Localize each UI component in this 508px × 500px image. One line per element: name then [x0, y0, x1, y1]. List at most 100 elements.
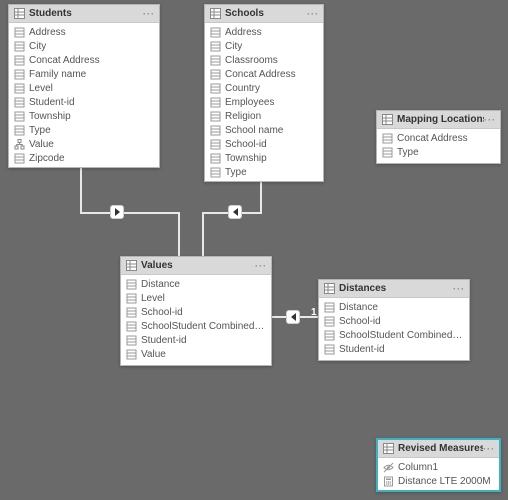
field-row[interactable]: Concat Address	[205, 67, 323, 81]
table-header-mapping[interactable]: Mapping Locations···	[377, 111, 500, 129]
column-icon	[13, 54, 25, 66]
table-title: Distances	[339, 283, 453, 294]
table-card-values[interactable]: Values··· DistanceLevel School-id SchoolStu…	[120, 256, 272, 366]
field-label: SchoolStudent Combined ID	[339, 330, 465, 341]
field-row[interactable]: Concat Address	[377, 131, 500, 145]
field-row[interactable]: Country	[205, 81, 323, 95]
field-row[interactable]: City	[9, 39, 159, 53]
field-label: Column1	[398, 462, 438, 473]
field-label: Concat Address	[29, 55, 100, 66]
column-icon	[125, 320, 137, 332]
field-row[interactable]: Distance LTE 2000M	[378, 474, 499, 488]
field-row[interactable]: Township	[9, 109, 159, 123]
field-label: Level	[29, 83, 53, 94]
table-menu-button[interactable]: ···	[484, 115, 496, 125]
column-icon	[209, 138, 221, 150]
field-row[interactable]: Zipcode	[9, 151, 159, 165]
column-icon	[323, 301, 335, 313]
field-label: Type	[29, 125, 51, 136]
column-icon	[209, 54, 221, 66]
field-row[interactable]: School-id	[205, 137, 323, 151]
field-row[interactable]: SchoolStudent Combined ID	[319, 328, 469, 342]
field-row[interactable]: School name	[205, 123, 323, 137]
hidden-icon	[382, 461, 394, 473]
field-row[interactable]: Type	[9, 123, 159, 137]
column-icon	[209, 82, 221, 94]
field-row[interactable]: Value	[9, 137, 159, 151]
field-label: School-id	[225, 139, 267, 150]
field-row[interactable]: Employees	[205, 95, 323, 109]
table-menu-button[interactable]: ···	[453, 284, 465, 294]
field-label: Student-id	[339, 344, 385, 355]
field-label: Employees	[225, 97, 274, 108]
field-list: AddressCity Concat AddressFamily name Leve…	[9, 23, 159, 167]
field-row[interactable]: Township	[205, 151, 323, 165]
column-icon	[13, 152, 25, 164]
column-icon	[209, 26, 221, 38]
table-menu-button[interactable]: ···	[143, 9, 155, 19]
field-row[interactable]: Address	[9, 25, 159, 39]
table-header-revised[interactable]: Revised Measures···	[378, 440, 499, 458]
column-icon	[323, 343, 335, 355]
field-row[interactable]: Value	[121, 347, 271, 361]
column-icon	[209, 124, 221, 136]
column-icon	[209, 96, 221, 108]
table-card-students[interactable]: Students··· AddressCity Concat AddressFami…	[8, 4, 160, 168]
column-icon	[381, 132, 393, 144]
rel-students-values-arrow[interactable]	[110, 205, 124, 219]
table-card-mapping[interactable]: Mapping Locations···Concat AddressType	[376, 110, 501, 164]
table-card-revised[interactable]: Revised Measures··· Column1 Distance LTE 2…	[376, 438, 501, 492]
field-list: Concat AddressType	[377, 129, 500, 161]
field-row[interactable]: Classrooms	[205, 53, 323, 67]
field-row[interactable]: Column1	[378, 460, 499, 474]
field-label: Township	[29, 111, 71, 122]
table-header-distances[interactable]: Distances···	[319, 280, 469, 298]
field-list: DistanceSchool-id SchoolStudent Combined …	[319, 298, 469, 358]
column-icon	[13, 68, 25, 80]
field-label: City	[225, 41, 242, 52]
column-icon	[209, 68, 221, 80]
table-header-values[interactable]: Values···	[121, 257, 271, 275]
table-title: Schools	[225, 8, 307, 19]
field-label: Distance LTE 2000M	[398, 476, 491, 487]
table-menu-button[interactable]: ···	[307, 9, 319, 19]
field-row[interactable]: Type	[377, 145, 500, 159]
table-menu-button[interactable]: ···	[255, 261, 267, 271]
field-label: Student-id	[29, 97, 75, 108]
table-icon	[323, 283, 335, 295]
field-row[interactable]: Level	[121, 291, 271, 305]
field-row[interactable]: Family name	[9, 67, 159, 81]
column-icon	[125, 292, 137, 304]
rel-values-distances-arrow[interactable]	[286, 310, 300, 324]
field-label: Concat Address	[397, 133, 468, 144]
field-row[interactable]: City	[205, 39, 323, 53]
field-label: School-id	[141, 307, 183, 318]
field-list: Address CityClassroomsConcat AddressCount…	[205, 23, 323, 181]
field-row[interactable]: SchoolStudent Combined ID	[121, 319, 271, 333]
table-card-distances[interactable]: Distances··· DistanceSchool-id SchoolStude…	[318, 279, 470, 361]
table-header-schools[interactable]: Schools···	[205, 5, 323, 23]
field-label: School name	[225, 125, 283, 136]
field-row[interactable]: Address	[205, 25, 323, 39]
table-card-schools[interactable]: Schools··· Address CityClassroomsConcat Ad…	[204, 4, 324, 182]
field-row[interactable]: Type	[205, 165, 323, 179]
field-row[interactable]: Level	[9, 81, 159, 95]
rel-students-values-v1	[80, 162, 82, 212]
field-row[interactable]: Distance	[319, 300, 469, 314]
field-row[interactable]: School-id	[319, 314, 469, 328]
field-row[interactable]: Religion	[205, 109, 323, 123]
field-label: Distance	[141, 279, 180, 290]
field-row[interactable]: Distance	[121, 277, 271, 291]
field-label: SchoolStudent Combined ID	[141, 321, 267, 332]
field-list: Column1 Distance LTE 2000M	[378, 458, 499, 490]
field-row[interactable]: School-id	[121, 305, 271, 319]
column-icon	[13, 110, 25, 122]
field-row[interactable]: Student-id	[121, 333, 271, 347]
column-icon	[13, 40, 25, 52]
table-header-students[interactable]: Students···	[9, 5, 159, 23]
table-menu-button[interactable]: ···	[483, 444, 495, 454]
field-row[interactable]: Student-id	[9, 95, 159, 109]
field-row[interactable]: Concat Address	[9, 53, 159, 67]
rel-schools-values-arrow[interactable]	[228, 205, 242, 219]
field-row[interactable]: Student-id	[319, 342, 469, 356]
